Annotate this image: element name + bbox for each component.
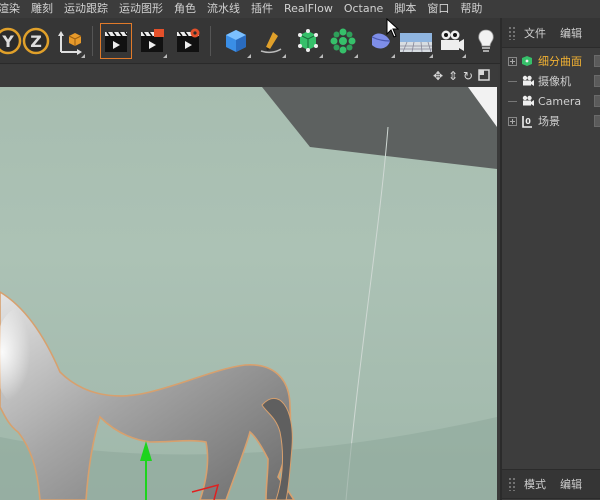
tree-connector (508, 80, 517, 82)
object-label: 细分曲面 (538, 55, 582, 68)
move-view-icon[interactable]: ✥ (432, 69, 444, 83)
menu-plugins[interactable]: 插件 (251, 0, 273, 18)
menu-character[interactable]: 角色 (174, 0, 196, 18)
cube-primitive-button[interactable] (220, 23, 252, 59)
backdrop-plane (262, 87, 497, 169)
z-axis-icon: Z (22, 27, 50, 55)
subdivision-surface-icon (520, 54, 534, 68)
panel-grip-icon[interactable] (508, 477, 516, 491)
viewport-scene (0, 87, 497, 500)
objects-panel-menu: 文件 编辑 (502, 18, 600, 48)
toolbar-separator (92, 26, 93, 56)
rotate-view-icon[interactable]: ↻ (462, 69, 474, 83)
render-to-picture-viewer-button[interactable] (136, 23, 168, 59)
camera-icon (520, 74, 534, 88)
subdivision-surface-button[interactable] (292, 23, 324, 59)
submenu-corner (462, 54, 466, 58)
menu-motion-tracking[interactable]: 运动跟踪 (64, 0, 108, 18)
mouse-cursor-icon (386, 18, 400, 38)
submenu-corner (429, 54, 433, 58)
menu-help[interactable]: 帮助 (460, 0, 482, 18)
panel-grip-icon[interactable] (508, 25, 516, 40)
attributes-panel-menu: 模式 编辑 (502, 469, 600, 499)
attributes-menu-edit[interactable]: 编辑 (560, 476, 582, 492)
object-tag[interactable] (594, 75, 600, 87)
objects-menu-edit[interactable]: 编辑 (560, 25, 582, 41)
objects-panel: 文件 编辑 细分曲面 摄像机 Camera 0 场景 模式 编辑 (500, 18, 600, 500)
object-label: Camera (538, 94, 582, 108)
object-label: 场景 (538, 115, 560, 128)
submenu-corner (319, 54, 323, 58)
light-object-button[interactable] (470, 23, 502, 59)
object-tag[interactable] (594, 115, 600, 127)
submenu-corner (81, 54, 85, 58)
expand-icon[interactable] (508, 116, 517, 126)
svg-text:Z: Z (30, 32, 42, 51)
render-settings-icon (177, 28, 200, 52)
null-object-icon: 0 (520, 114, 534, 128)
coordinate-system-icon (58, 31, 82, 55)
camera-icon (441, 30, 464, 51)
coordinate-system-button[interactable] (54, 23, 86, 59)
menu-realflow[interactable]: RealFlow (284, 0, 333, 18)
object-row-scene[interactable]: 0 场景 (502, 111, 600, 131)
camera-icon (520, 94, 534, 108)
subdivision-surface-icon (298, 29, 318, 52)
object-tag[interactable] (594, 95, 600, 107)
submenu-corner (282, 54, 286, 58)
object-row-camera[interactable]: Camera (502, 91, 600, 111)
expand-icon[interactable] (508, 56, 517, 66)
submenu-corner (391, 54, 395, 58)
light-bulb-icon (478, 29, 494, 52)
zoom-view-icon[interactable]: ⇕ (447, 69, 459, 83)
floor-icon (400, 33, 432, 53)
menu-pipeline[interactable]: 流水线 (207, 0, 240, 18)
attributes-menu-mode[interactable]: 模式 (524, 476, 546, 492)
render-settings-button[interactable] (172, 23, 204, 59)
menu-bar: 渲染 雕刻 运动跟踪 运动图形 角色 流水线 插件 RealFlow Octan… (0, 0, 600, 18)
object-row-subdivision[interactable]: 细分曲面 (502, 51, 600, 71)
render-view-button[interactable] (100, 23, 132, 59)
cloner-button[interactable] (327, 23, 359, 59)
svg-text:0: 0 (525, 117, 531, 126)
cube-icon (226, 30, 246, 52)
render-view-icon (105, 31, 128, 52)
z-axis-lock-button[interactable]: Z (20, 23, 52, 59)
viewport-header: ✥ ⇕ ↻ (0, 65, 498, 87)
menu-octane[interactable]: Octane (344, 0, 384, 18)
3d-viewport[interactable] (0, 87, 497, 500)
menu-render[interactable]: 渲染 (0, 0, 20, 18)
menu-sculpt[interactable]: 雕刻 (31, 0, 53, 18)
menu-script[interactable]: 脚本 (394, 0, 416, 18)
submenu-corner (354, 54, 358, 58)
submenu-corner (163, 54, 167, 58)
object-tag[interactable] (594, 55, 600, 67)
tree-connector (508, 100, 517, 102)
floor-environment-button[interactable] (398, 23, 434, 59)
menu-mograph[interactable]: 运动图形 (119, 0, 163, 18)
main-toolbar: Y Z (0, 18, 500, 64)
object-label: 摄像机 (538, 75, 571, 88)
pen-icon (260, 32, 282, 54)
menu-window[interactable]: 窗口 (427, 0, 449, 18)
render-picture-viewer-icon (141, 29, 164, 52)
toggle-view-icon[interactable] (478, 69, 490, 83)
toolbar-separator (210, 26, 211, 56)
cloner-icon (330, 28, 356, 54)
pen-spline-button[interactable] (255, 23, 287, 59)
submenu-corner (247, 54, 251, 58)
object-row-camera-cn[interactable]: 摄像机 (502, 71, 600, 91)
camera-object-button[interactable] (435, 23, 467, 59)
objects-menu-file[interactable]: 文件 (524, 25, 546, 41)
svg-text:Y: Y (1, 32, 14, 51)
